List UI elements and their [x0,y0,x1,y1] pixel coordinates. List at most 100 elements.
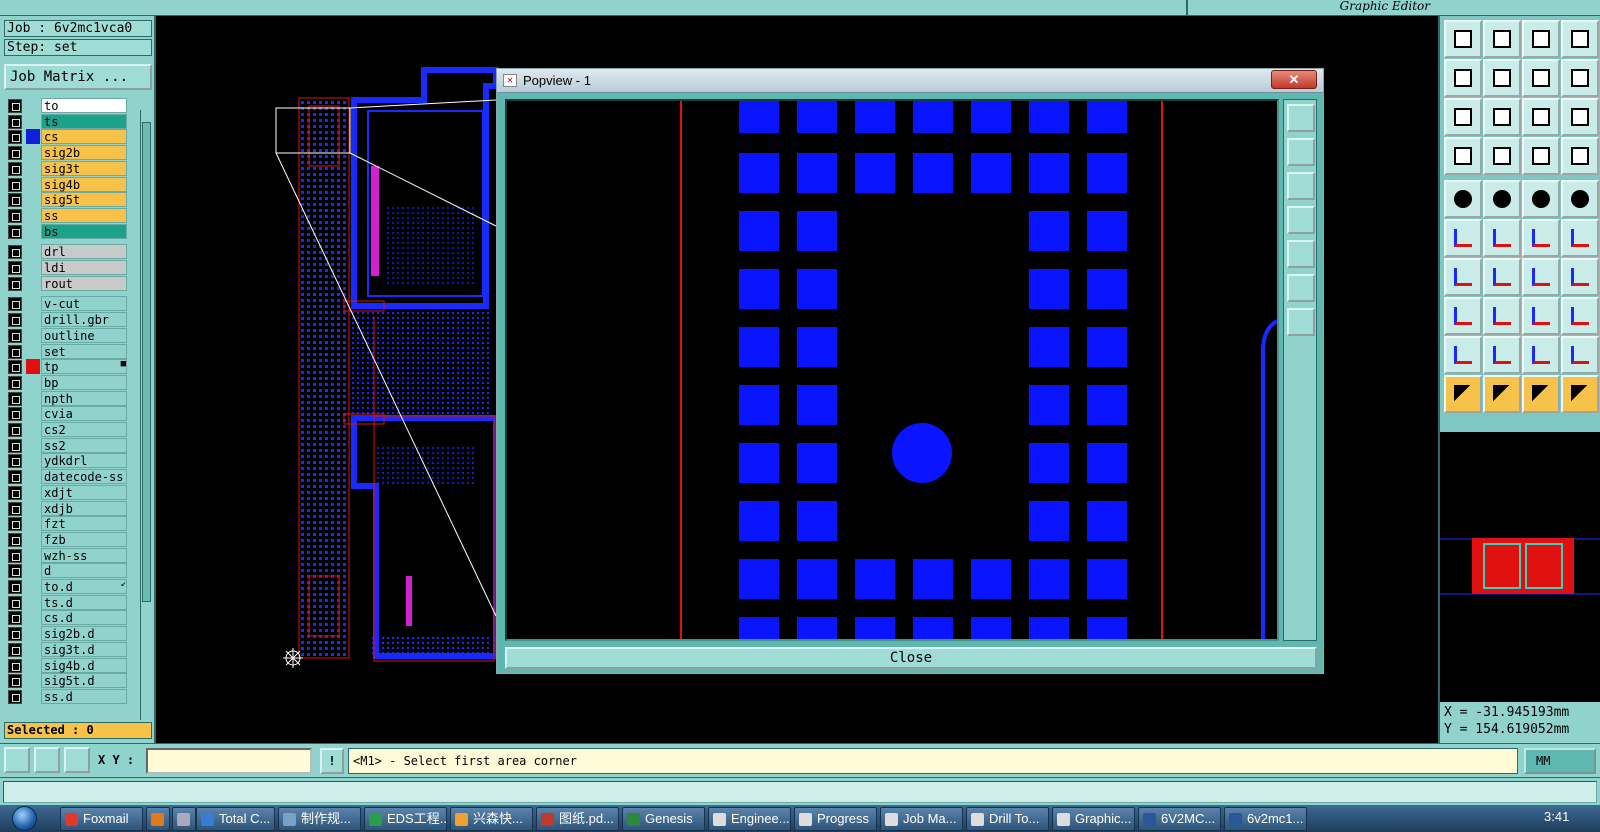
taskbar-item[interactable]: Enginee... [708,807,791,831]
layer-row[interactable]: set [4,343,140,359]
layer-color-swatch[interactable] [26,469,40,484]
layer-row[interactable]: sig5t [4,192,140,208]
layer-color-swatch[interactable] [26,406,40,421]
layer-name[interactable]: to [41,98,127,113]
popview-pcb-zoom[interactable] [507,101,1277,639]
zoom-center-icon[interactable] [1483,98,1521,136]
undo-view-icon[interactable] [1522,59,1560,97]
layer-name[interactable]: bs [41,223,127,239]
mirror-icon[interactable] [1561,258,1599,296]
layer-checkbox[interactable] [8,114,22,129]
pad-move-icon[interactable] [1444,297,1482,335]
layer-checkbox[interactable] [8,517,22,532]
taskbar-item[interactable]: 制作规... [278,807,361,831]
layer-color-swatch[interactable] [26,579,40,594]
layer-name[interactable]: d [41,563,127,579]
layer-name[interactable]: rout [41,275,127,291]
group-icon[interactable] [1561,297,1599,335]
layer-name[interactable]: fzt [41,516,127,532]
layer-name[interactable]: datecode-ss [41,469,127,485]
layer-color-swatch[interactable] [26,501,40,516]
layer-color-swatch[interactable] [26,344,40,359]
layer-color-swatch[interactable] [26,610,40,625]
layer-color-swatch[interactable] [26,422,40,437]
layer-row[interactable]: ts [4,113,140,129]
layer-color-swatch[interactable] [26,532,40,547]
layer-name[interactable]: ts.d [41,594,127,610]
layer-list-scrollbar[interactable] [140,110,152,720]
help-icon[interactable] [1561,98,1599,136]
layer-checkbox[interactable] [8,177,22,192]
layer-name[interactable]: cs2 [41,422,127,437]
taskbar-item[interactable]: Graphic... [1052,807,1135,831]
layer-checkbox[interactable] [8,642,22,657]
layer-swap2-icon[interactable] [1561,137,1599,175]
layer-name[interactable]: sig4b.d [41,657,127,673]
xy-input[interactable] [146,748,312,774]
layer-row[interactable]: ss [4,207,140,223]
popview-down-icon[interactable] [1287,172,1315,200]
layer-row[interactable]: ts.d [4,594,140,610]
layer-checkbox[interactable] [8,375,22,390]
layer-color-swatch[interactable] [26,642,40,657]
layer-name[interactable]: wzh-ss [41,547,127,563]
layer-color-swatch[interactable] [26,129,40,145]
layer-checkbox[interactable] [8,391,22,406]
layer-name[interactable]: sig5t.d [41,673,127,689]
popview-close-button[interactable]: Close [505,647,1317,669]
layer-color-swatch[interactable] [26,563,40,578]
layer-color-swatch[interactable] [26,244,40,259]
layer-name[interactable]: sig5t [41,192,127,208]
layer-row[interactable]: ss2 [4,437,140,453]
layer-name[interactable]: cs.d [41,610,127,626]
layer-checkbox[interactable] [8,501,22,516]
layer-color-swatch[interactable] [26,98,40,113]
layer-name[interactable]: ss2 [41,437,127,453]
taskbar-item[interactable]: Drill To... [966,807,1049,831]
layer-row[interactable]: sig5t.d [4,673,140,689]
popview-window[interactable]: ✕ Popview - 1 ✕ Close [496,68,1324,674]
layer-checkbox[interactable] [8,146,22,161]
layer-color-swatch[interactable] [26,438,40,453]
angle-icon[interactable] [1444,258,1482,296]
layer-name[interactable]: sig3t [41,160,127,176]
shape-b-icon[interactable] [1483,336,1521,374]
popview-titlebar[interactable]: ✕ Popview - 1 ✕ [497,69,1323,93]
layer-color-swatch[interactable] [26,192,40,207]
popview-zoom-in-icon[interactable] [1287,274,1315,302]
layer-color-swatch[interactable] [26,689,40,704]
connect-icon[interactable] [1444,219,1482,257]
layer-name[interactable]: sig4b [41,176,127,192]
layer-checkbox[interactable] [8,161,22,176]
layer-checkbox[interactable] [8,208,22,223]
layer-checkbox[interactable] [8,297,22,312]
layer-checkbox[interactable] [8,438,22,453]
shape-c-icon[interactable] [1522,336,1560,374]
home-icon[interactable] [1522,20,1560,58]
layer-checkbox[interactable] [8,313,22,328]
home-top-icon[interactable] [1444,20,1482,58]
layer-row[interactable]: v-cut [4,296,140,312]
taskbar-item[interactable]: 6V2MC... [1138,807,1221,831]
zoom-fit-icon[interactable] [1444,98,1482,136]
layer-checkbox[interactable] [8,407,22,422]
layer-name[interactable]: ts [41,113,127,129]
layer-name[interactable]: sig2b [41,145,127,161]
layer-row[interactable]: datecode-ss [4,469,140,485]
pointer-net-icon[interactable] [1522,375,1560,413]
pad-icon[interactable] [1561,180,1599,218]
taskbar-item[interactable]: Foxmail [60,807,143,831]
layer-checkbox[interactable] [8,193,22,208]
popview-up-icon[interactable] [1287,138,1315,166]
taskbar-item[interactable]: 兴森快... [450,807,533,831]
layer-color-swatch[interactable] [26,161,40,176]
layer-color-swatch[interactable] [26,208,40,223]
shape-d-icon[interactable] [1561,336,1599,374]
layer-row[interactable]: sig2b [4,145,140,161]
layer-color-swatch[interactable] [26,177,40,192]
layer-checkbox[interactable] [8,611,22,626]
redraw-icon[interactable] [1561,59,1599,97]
layer-name[interactable]: ss [41,207,127,223]
settings-icon[interactable] [1444,137,1482,175]
overview-minimap[interactable] [1438,432,1600,702]
